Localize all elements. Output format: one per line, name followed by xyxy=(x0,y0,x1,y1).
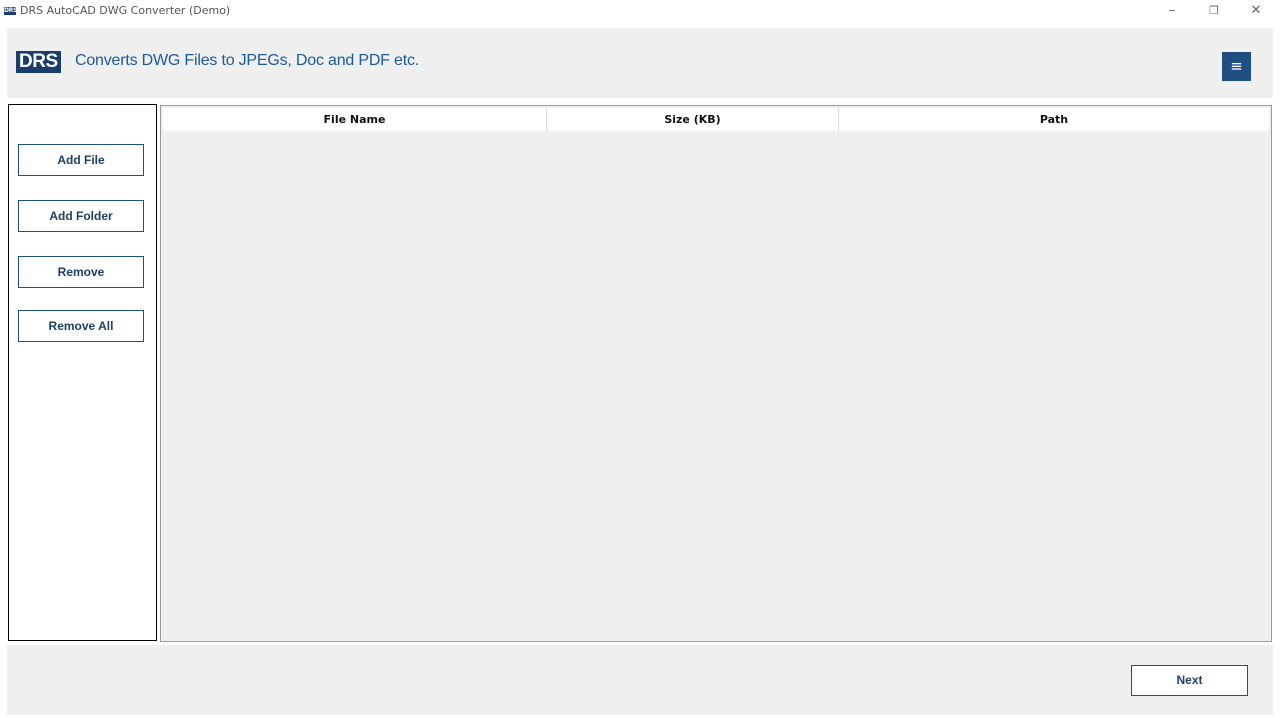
remove-all-button[interactable]: Remove All xyxy=(18,310,144,342)
next-button[interactable]: Next xyxy=(1131,665,1248,696)
add-folder-button[interactable]: Add Folder xyxy=(18,200,144,232)
column-header-path[interactable]: Path xyxy=(839,108,1269,131)
header-banner: DRS Converts DWG Files to JPEGs, Doc and… xyxy=(7,28,1273,98)
close-icon[interactable]: ✕ xyxy=(1241,0,1271,24)
add-file-button[interactable]: Add File xyxy=(18,144,144,176)
column-header-size[interactable]: Size (KB) xyxy=(547,108,839,131)
app-tagline: Converts DWG Files to JPEGs, Doc and PDF… xyxy=(75,52,419,69)
title-bar: DRS DRS AutoCAD DWG Converter (Demo) – ❐… xyxy=(0,0,1280,24)
table-header: File Name Size (KB) Path xyxy=(163,108,1269,131)
file-actions-panel: Add File Add Folder Remove Remove All xyxy=(8,104,157,641)
footer-bar: Next xyxy=(7,645,1273,715)
minimize-icon[interactable]: – xyxy=(1157,0,1187,24)
remove-button[interactable]: Remove xyxy=(18,256,144,288)
restore-icon[interactable]: ❐ xyxy=(1199,0,1229,24)
drs-logo: DRS xyxy=(16,51,61,73)
file-list-table[interactable]: File Name Size (KB) Path xyxy=(160,105,1272,642)
window-title: DRS AutoCAD DWG Converter (Demo) xyxy=(20,4,231,17)
column-header-file-name[interactable]: File Name xyxy=(163,108,547,131)
hamburger-menu-icon[interactable]: ≡ xyxy=(1222,52,1251,81)
app-icon: DRS xyxy=(4,7,18,15)
